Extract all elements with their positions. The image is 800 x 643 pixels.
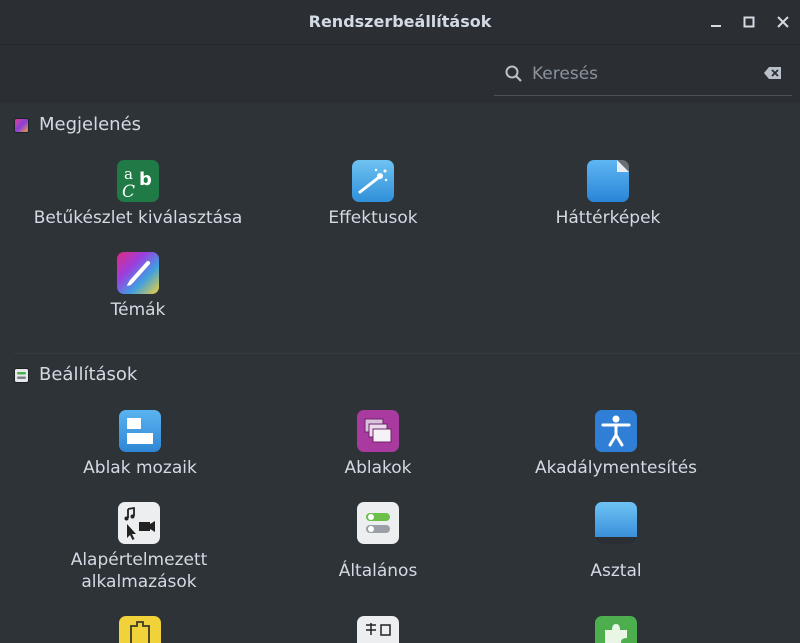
desktop-icon	[595, 502, 637, 544]
item-label: Háttérképek	[555, 208, 661, 228]
themes-icon	[117, 252, 159, 294]
backgrounds-icon	[587, 160, 629, 202]
item-label-line2: alkalmazások	[81, 572, 197, 592]
search-bar	[0, 45, 800, 103]
close-button[interactable]	[773, 12, 793, 32]
input-method-icon	[357, 616, 399, 643]
search-box[interactable]	[494, 55, 792, 96]
effects-icon	[352, 160, 394, 202]
section-title: Beállítások	[39, 364, 138, 385]
item-label: Asztal	[590, 561, 642, 581]
maximize-icon	[743, 16, 755, 28]
minimize-icon	[711, 25, 721, 27]
close-icon	[777, 16, 789, 28]
windows-icon	[357, 410, 399, 452]
item-label: Témák	[110, 300, 166, 320]
extensions-icon	[595, 616, 637, 643]
window-tiling-icon	[119, 410, 161, 452]
accessibility-icon	[595, 410, 637, 452]
item-label-line1: Alapértelmezett	[70, 550, 208, 570]
minimize-button[interactable]	[706, 12, 726, 32]
item-label: Általános	[338, 561, 418, 581]
applets-icon	[119, 616, 161, 643]
item-label: Betűkészlet kiválasztása	[33, 208, 243, 228]
item-label: Ablak mozaik	[83, 458, 197, 478]
svg-text:b: b	[139, 169, 152, 190]
maximize-button[interactable]	[739, 12, 759, 32]
preferences-category-icon	[14, 368, 29, 383]
item-applets-partial[interactable]	[20, 616, 260, 643]
item-label: Ablakok	[344, 458, 412, 478]
search-icon	[505, 65, 522, 82]
appearance-category-icon	[14, 118, 29, 133]
font-selection-icon: a b C	[117, 160, 159, 202]
title-bar: Rendszerbeállítások	[0, 0, 800, 45]
item-input-method-partial[interactable]	[258, 616, 498, 643]
section-title: Megjelenés	[39, 114, 142, 135]
search-input[interactable]	[530, 61, 754, 87]
general-icon	[357, 502, 399, 544]
window-title: Rendszerbeállítások	[308, 12, 492, 31]
item-extensions-partial[interactable]	[496, 616, 736, 643]
preferred-applications-icon	[118, 502, 160, 544]
section-separator	[14, 353, 800, 354]
clear-search-icon[interactable]	[764, 66, 782, 80]
svg-text:a: a	[124, 165, 133, 183]
svg-text:C: C	[122, 182, 135, 202]
item-label: Akadálymentesítés	[534, 458, 698, 478]
item-label: Effektusok	[328, 208, 418, 228]
